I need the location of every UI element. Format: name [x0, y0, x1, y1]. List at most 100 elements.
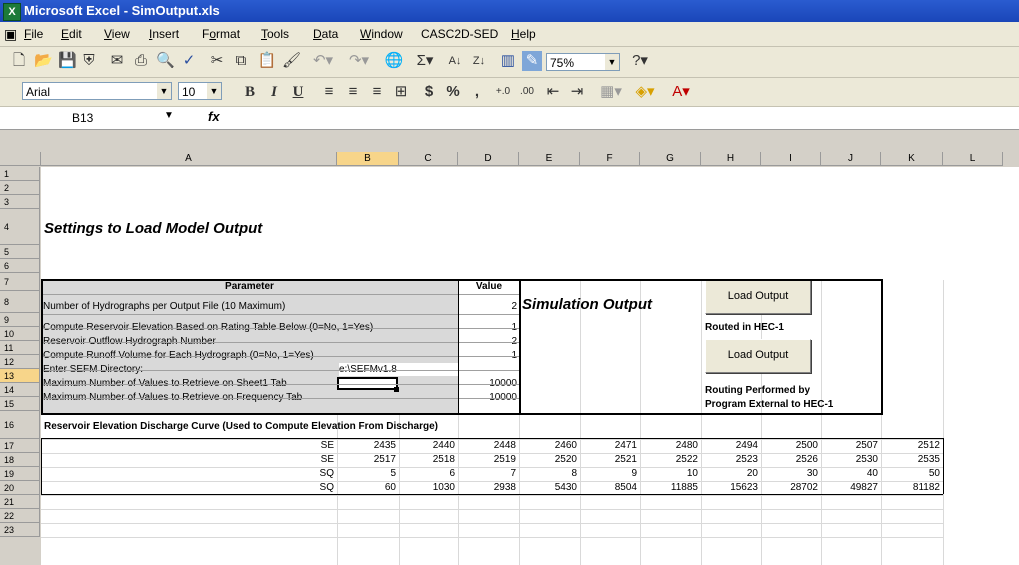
- param-value[interactable]: 2: [458, 300, 517, 313]
- table-cell[interactable]: 2512: [881, 439, 940, 452]
- table-cell[interactable]: 8504: [580, 481, 637, 494]
- underline-button[interactable]: U: [288, 82, 308, 102]
- undo-icon[interactable]: ↶▾: [306, 51, 340, 71]
- table-cell[interactable]: 2494: [701, 439, 758, 452]
- sort-descending-icon[interactable]: Z↓: [470, 51, 488, 71]
- column-header[interactable]: L: [943, 152, 1003, 166]
- row-header[interactable]: 19: [0, 467, 40, 481]
- row-header[interactable]: 16: [0, 411, 40, 439]
- table-cell[interactable]: 2471: [580, 439, 637, 452]
- help-icon[interactable]: ?▾: [626, 51, 654, 71]
- worksheet[interactable]: Settings to Load Model Output Parameter …: [41, 167, 1019, 565]
- currency-button[interactable]: $: [420, 82, 438, 102]
- table-row-label[interactable]: SQ: [41, 467, 334, 480]
- chevron-down-icon[interactable]: ▼: [164, 110, 174, 121]
- table-cell[interactable]: 2480: [640, 439, 698, 452]
- menu-format[interactable]: Format: [202, 22, 240, 46]
- menu-file[interactable]: File: [24, 22, 43, 46]
- open-icon[interactable]: 📂: [34, 51, 53, 71]
- print-preview-icon[interactable]: 🔍: [156, 51, 175, 71]
- table-cell[interactable]: 11885: [640, 481, 698, 494]
- comma-button[interactable]: ,: [468, 82, 486, 102]
- row-header[interactable]: 18: [0, 453, 40, 467]
- table-cell[interactable]: 5: [337, 467, 396, 480]
- table-cell[interactable]: 1030: [399, 481, 455, 494]
- row-header[interactable]: 23: [0, 523, 40, 537]
- row-header[interactable]: 10: [0, 327, 40, 341]
- cut-icon[interactable]: ✂: [208, 51, 226, 71]
- row-header[interactable]: 1: [0, 167, 40, 181]
- row-header[interactable]: 5: [0, 245, 40, 259]
- load-output-button-1[interactable]: Load Output: [705, 280, 811, 314]
- column-header[interactable]: F: [580, 152, 640, 166]
- document-icon[interactable]: ▣: [4, 22, 17, 46]
- table-cell[interactable]: 40: [821, 467, 878, 480]
- table-cell[interactable]: 60: [337, 481, 396, 494]
- table-cell[interactable]: 15623: [701, 481, 758, 494]
- hyperlink-icon[interactable]: 🌐: [384, 51, 404, 71]
- row-header[interactable]: 20: [0, 481, 40, 495]
- column-header[interactable]: C: [399, 152, 458, 166]
- row-header[interactable]: 3: [0, 195, 40, 209]
- borders-icon[interactable]: ▦▾: [596, 82, 626, 102]
- table-cell[interactable]: 8: [519, 467, 577, 480]
- italic-button[interactable]: I: [264, 82, 284, 102]
- table-cell[interactable]: 2518: [399, 453, 455, 466]
- table-cell[interactable]: 2440: [399, 439, 455, 452]
- column-header[interactable]: G: [640, 152, 701, 166]
- table-cell[interactable]: 2522: [640, 453, 698, 466]
- column-header[interactable]: I: [761, 152, 821, 166]
- table-row-label[interactable]: SE: [41, 439, 334, 452]
- table-row-label[interactable]: SE: [41, 453, 334, 466]
- column-header[interactable]: K: [881, 152, 943, 166]
- chevron-down-icon[interactable]: ▼: [157, 83, 171, 99]
- percent-button[interactable]: %: [444, 82, 462, 102]
- chevron-down-icon[interactable]: ▼: [605, 54, 619, 70]
- autosum-icon[interactable]: Σ▾: [410, 51, 440, 71]
- insert-function-icon[interactable]: fx: [208, 109, 220, 124]
- menu-edit[interactable]: Edit: [61, 22, 82, 46]
- font-color-icon[interactable]: A▾: [664, 82, 698, 102]
- table-cell[interactable]: 9: [580, 467, 637, 480]
- table-cell[interactable]: 2448: [458, 439, 516, 452]
- table-row-label[interactable]: SQ: [41, 481, 334, 494]
- align-center-icon[interactable]: ≡: [344, 82, 362, 102]
- chart-wizard-icon[interactable]: ▥: [498, 51, 518, 71]
- bold-button[interactable]: B: [240, 82, 260, 102]
- load-output-button-2[interactable]: Load Output: [705, 339, 811, 373]
- row-header[interactable]: 22: [0, 509, 40, 523]
- menu-tools[interactable]: Tools: [261, 22, 289, 46]
- table-cell[interactable]: 2521: [580, 453, 637, 466]
- font-size-select[interactable]: 10 ▼: [178, 82, 222, 100]
- menu-window[interactable]: Window: [360, 22, 403, 46]
- row-header[interactable]: 21: [0, 495, 40, 509]
- table-cell[interactable]: 2460: [519, 439, 577, 452]
- table-cell[interactable]: 6: [399, 467, 455, 480]
- decrease-decimal-icon[interactable]: .00: [516, 82, 538, 102]
- table-cell[interactable]: 2526: [761, 453, 818, 466]
- table-cell[interactable]: 2517: [337, 453, 396, 466]
- table-cell[interactable]: 28702: [761, 481, 818, 494]
- row-header[interactable]: 11: [0, 341, 40, 355]
- row-header[interactable]: 15: [0, 397, 40, 411]
- table-cell[interactable]: 2507: [821, 439, 878, 452]
- row-header[interactable]: 17: [0, 439, 40, 453]
- row-header[interactable]: 7: [0, 273, 40, 291]
- permission-icon[interactable]: ⛨: [80, 51, 98, 71]
- increase-decimal-icon[interactable]: +.0: [492, 82, 514, 102]
- column-header[interactable]: H: [701, 152, 761, 166]
- format-painter-icon[interactable]: 🖌: [282, 51, 301, 71]
- print-icon[interactable]: ⎙: [132, 51, 150, 71]
- table-cell[interactable]: 2500: [761, 439, 818, 452]
- copy-icon[interactable]: ⧉: [232, 51, 250, 71]
- redo-icon[interactable]: ↷▾: [342, 51, 376, 71]
- table-cell[interactable]: 81182: [881, 481, 940, 494]
- table-cell[interactable]: 50: [881, 467, 940, 480]
- sort-ascending-icon[interactable]: A↓: [446, 51, 464, 71]
- table-cell[interactable]: 2523: [701, 453, 758, 466]
- new-icon[interactable]: 🗋: [10, 51, 28, 71]
- save-icon[interactable]: 💾: [58, 51, 77, 71]
- fill-color-icon[interactable]: ◈▾: [628, 82, 662, 102]
- chevron-down-icon[interactable]: ▼: [207, 83, 221, 99]
- table-cell[interactable]: 30: [761, 467, 818, 480]
